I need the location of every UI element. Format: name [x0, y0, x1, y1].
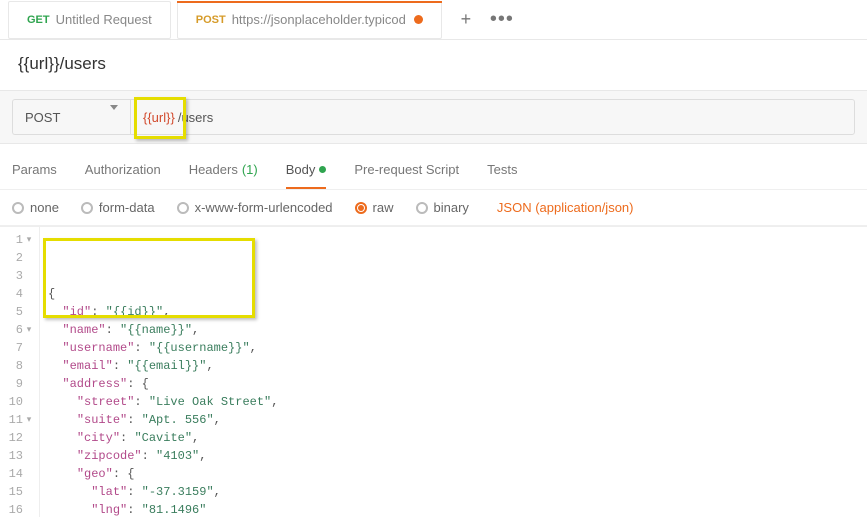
- gutter-line: 4: [0, 285, 37, 303]
- tab-title: https://jsonplaceholder.typicod: [232, 12, 406, 27]
- radio-icon: [12, 202, 24, 214]
- gutter-line: 15: [0, 483, 37, 501]
- url-input[interactable]: {{url}} /users: [130, 99, 855, 135]
- tab-method: POST: [196, 14, 226, 26]
- new-tab-button[interactable]: +: [448, 2, 484, 38]
- body-type-none[interactable]: none: [12, 200, 59, 215]
- code-line[interactable]: "lng": "81.1496": [48, 501, 859, 517]
- chevron-down-icon: [110, 110, 118, 125]
- gutter-line: 11▾: [0, 411, 37, 429]
- request-sub-tabs: Params Authorization Headers (1) Body Pr…: [0, 144, 867, 190]
- code-line[interactable]: "address": {: [48, 375, 859, 393]
- tab-tests[interactable]: Tests: [487, 162, 517, 189]
- code-line[interactable]: "street": "Live Oak Street",: [48, 393, 859, 411]
- body-type-form-data[interactable]: form-data: [81, 200, 155, 215]
- code-line[interactable]: "name": "{{name}}",: [48, 321, 859, 339]
- tab-pre-request-script[interactable]: Pre-request Script: [354, 162, 459, 189]
- gutter-line: 13: [0, 447, 37, 465]
- radio-icon: [416, 202, 428, 214]
- gutter-line: 7: [0, 339, 37, 357]
- gutter-line: 2: [0, 249, 37, 267]
- method-select-value: POST: [25, 110, 60, 125]
- gutter-line: 9: [0, 375, 37, 393]
- request-tab-0[interactable]: GET Untitled Request: [8, 1, 171, 39]
- gutter-line: 6▾: [0, 321, 37, 339]
- code-line[interactable]: "zipcode": "4103",: [48, 447, 859, 465]
- method-select[interactable]: POST: [12, 99, 130, 135]
- gutter-line: 12: [0, 429, 37, 447]
- tab-params[interactable]: Params: [12, 162, 57, 189]
- url-path: /users: [178, 110, 213, 125]
- url-variable-token: {{url}}: [141, 110, 177, 125]
- unsaved-dot-icon: [414, 15, 423, 24]
- gutter-line: 14: [0, 465, 37, 483]
- gutter-line: 3: [0, 267, 37, 285]
- radio-icon: [177, 202, 189, 214]
- tab-headers[interactable]: Headers (1): [189, 162, 258, 189]
- tab-authorization[interactable]: Authorization: [85, 162, 161, 189]
- gutter-line: 5: [0, 303, 37, 321]
- code-line[interactable]: "city": "Cavite",: [48, 429, 859, 447]
- editor-gutter: 1▾23456▾7891011▾12131415161718▾: [0, 227, 40, 517]
- code-line[interactable]: "suite": "Apt. 556",: [48, 411, 859, 429]
- code-line[interactable]: "lat": "-37.3159",: [48, 483, 859, 501]
- gutter-line: 1▾: [0, 231, 37, 249]
- radio-icon: [355, 202, 367, 214]
- body-type-binary[interactable]: binary: [416, 200, 469, 215]
- code-line[interactable]: "username": "{{username}}",: [48, 339, 859, 357]
- body-type-x-www-form-urlencoded[interactable]: x-www-form-urlencoded: [177, 200, 333, 215]
- tab-title: Untitled Request: [56, 12, 152, 27]
- body-type-raw[interactable]: raw: [355, 200, 394, 215]
- body-modified-dot-icon: [319, 166, 326, 173]
- code-line[interactable]: "email": "{{email}}",: [48, 357, 859, 375]
- tab-body[interactable]: Body: [286, 162, 327, 189]
- code-line[interactable]: "id": "{{id}}",: [48, 303, 859, 321]
- content-type-select[interactable]: JSON (application/json): [497, 200, 634, 215]
- gutter-line: 16: [0, 501, 37, 517]
- tab-method: GET: [27, 14, 50, 26]
- method-url-row: POST {{url}} /users: [0, 90, 867, 144]
- body-editor[interactable]: 1▾23456▾7891011▾12131415161718▾ { "id": …: [0, 226, 867, 517]
- gutter-line: 8: [0, 357, 37, 375]
- request-tab-1[interactable]: POST https://jsonplaceholder.typicod: [177, 1, 442, 39]
- radio-icon: [81, 202, 93, 214]
- code-line[interactable]: "geo": {: [48, 465, 859, 483]
- tab-overflow-button[interactable]: •••: [484, 2, 520, 38]
- code-line[interactable]: {: [48, 285, 859, 303]
- tabs-bar: GET Untitled Request POST https://jsonpl…: [0, 0, 867, 40]
- gutter-line: 10: [0, 393, 37, 411]
- headers-count: (1): [242, 162, 258, 177]
- body-type-row: none form-data x-www-form-urlencoded raw…: [0, 190, 867, 226]
- editor-code-area[interactable]: { "id": "{{id}}", "name": "{{name}}", "u…: [40, 227, 867, 517]
- request-title[interactable]: {{url}}/users: [0, 40, 867, 90]
